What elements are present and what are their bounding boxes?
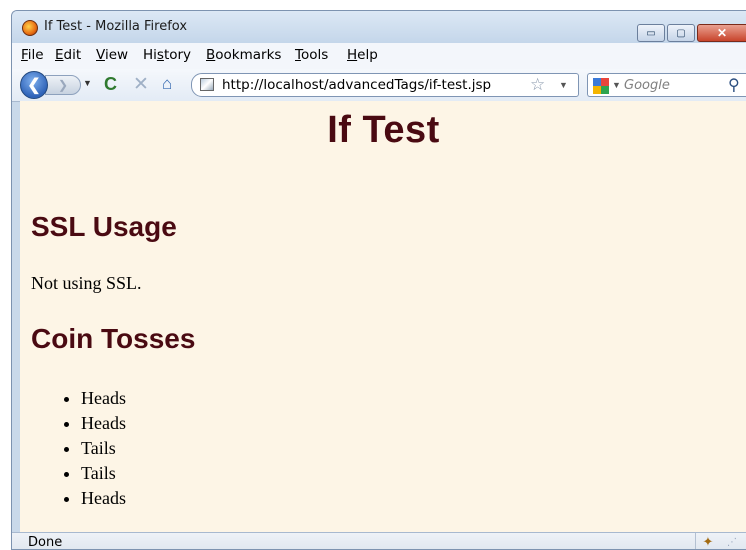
coin-tosses-heading: Coin Tosses — [31, 323, 196, 354]
menu-help[interactable]: Help — [347, 47, 378, 63]
reload-icon[interactable]: C — [104, 74, 117, 95]
forward-button[interactable]: ❯ — [45, 75, 81, 95]
url-dropdown-icon[interactable]: ▼ — [559, 80, 568, 90]
list-item: Heads — [81, 486, 126, 511]
close-button[interactable]: ✕ — [697, 24, 746, 42]
bookmark-star-icon[interactable]: ☆ — [530, 75, 545, 95]
menu-tools[interactable]: Tools — [295, 47, 328, 63]
site-identity-icon[interactable] — [200, 78, 214, 91]
list-item: Tails — [81, 436, 126, 461]
search-bar: ▼ ⚲ — [587, 73, 746, 97]
menu-file[interactable]: File — [21, 47, 44, 63]
list-item: Tails — [81, 461, 126, 486]
home-icon[interactable]: ⌂ — [162, 74, 172, 94]
menu-history[interactable]: History — [143, 47, 191, 63]
url-bar[interactable]: http://localhost/advancedTags/if-test.js… — [191, 73, 579, 97]
coin-toss-list: Heads Heads Tails Tails Heads — [52, 386, 126, 511]
status-text: Done — [28, 535, 63, 550]
addon-status-icon[interactable]: ✦ — [695, 533, 720, 549]
ssl-usage-heading: SSL Usage — [31, 211, 177, 242]
resize-grip-icon[interactable]: ⋰ — [727, 537, 737, 548]
ssl-status-text: Not using SSL. — [31, 273, 142, 293]
navigation-toolbar: ❯ ❮ ▼ C ✕ ⌂ http://localhost/advancedTag… — [12, 69, 746, 102]
browser-window: If Test - Mozilla Firefox ▭ ▢ ✕ File Edi… — [11, 10, 746, 550]
menu-bar: File Edit View History Bookmarks Tools H… — [12, 43, 746, 69]
maximize-button[interactable]: ▢ — [667, 24, 695, 42]
list-item: Heads — [81, 386, 126, 411]
search-engine-icon[interactable] — [593, 78, 609, 94]
menu-edit[interactable]: Edit — [55, 47, 81, 63]
search-icon[interactable]: ⚲ — [728, 75, 740, 95]
status-bar: Done ✦ ⋰ — [12, 532, 746, 550]
page-content: If Test SSL Usage Not using SSL. Coin To… — [20, 101, 746, 532]
menu-bookmarks[interactable]: Bookmarks — [206, 47, 281, 63]
minimize-button[interactable]: ▭ — [637, 24, 665, 42]
url-text[interactable]: http://localhost/advancedTags/if-test.js… — [222, 77, 491, 93]
window-title: If Test - Mozilla Firefox — [44, 19, 188, 34]
page-title: If Test — [327, 109, 440, 151]
title-bar[interactable]: If Test - Mozilla Firefox ▭ ▢ ✕ — [12, 11, 746, 43]
search-input[interactable] — [624, 77, 714, 93]
back-button[interactable]: ❮ — [20, 71, 48, 99]
list-item: Heads — [81, 411, 126, 436]
menu-view[interactable]: View — [96, 47, 128, 63]
history-dropdown-icon[interactable]: ▼ — [83, 78, 92, 88]
search-engine-dropdown-icon[interactable]: ▼ — [612, 80, 621, 90]
stop-icon[interactable]: ✕ — [133, 73, 149, 96]
firefox-icon — [22, 20, 38, 36]
